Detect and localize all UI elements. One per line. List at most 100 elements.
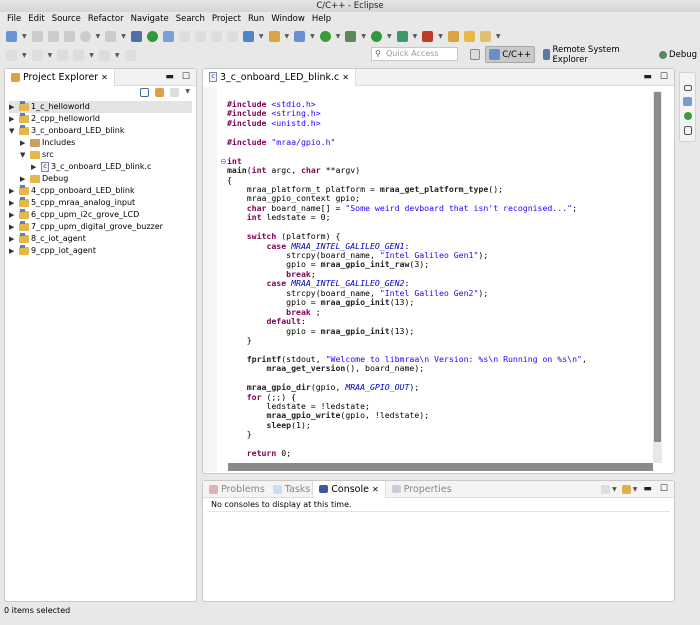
chevron-down-icon[interactable]: ▼ (22, 33, 27, 40)
display-console-icon[interactable] (601, 484, 611, 494)
code-editor[interactable]: #include <stdio.h> #include <string.h> #in… (227, 99, 587, 459)
collapsed-arrow-icon[interactable]: ▶ (31, 161, 39, 173)
horizontal-scrollbar[interactable] (228, 463, 653, 471)
menu-edit[interactable]: Edit (25, 12, 48, 26)
chevron-down-icon[interactable]: ▼ (413, 33, 418, 40)
maximize-icon[interactable]: ☐ (182, 72, 190, 82)
restore-icon[interactable] (683, 85, 692, 91)
collapsed-arrow-icon[interactable]: ▶ (20, 173, 28, 185)
coverage-icon[interactable] (396, 31, 408, 42)
pin-console-icon[interactable] (584, 484, 595, 495)
include-browser-icon[interactable] (683, 126, 692, 135)
collapsed-arrow-icon[interactable]: ▶ (9, 221, 17, 233)
tab-console[interactable]: Console ✕ (312, 480, 386, 498)
close-icon[interactable]: ✕ (342, 69, 349, 86)
external-tools-icon[interactable] (422, 31, 434, 42)
marker-icon[interactable] (194, 31, 206, 42)
toggle-icon[interactable] (210, 31, 222, 42)
build-icon[interactable] (105, 31, 117, 42)
minimize-icon[interactable]: ▬ (643, 484, 652, 494)
view-menu-icon[interactable]: ▼ (185, 88, 190, 98)
new-folder-icon[interactable] (268, 31, 280, 42)
maximize-icon[interactable]: ☐ (660, 72, 668, 82)
tree-item[interactable]: ▶ c 3_c_onboard_LED_blink.c (9, 161, 192, 173)
tree-item[interactable]: ▼ src (9, 149, 192, 161)
paragraph-icon[interactable] (226, 31, 238, 42)
chevron-down-icon[interactable]: ▼ (89, 52, 94, 59)
minimize-icon[interactable]: ▬ (165, 72, 174, 82)
collapsed-arrow-icon[interactable]: ▶ (9, 113, 17, 125)
new-icon[interactable] (6, 31, 17, 42)
debug-icon[interactable] (345, 31, 357, 42)
tab-editor-file[interactable]: c 3_c_onboard_LED_blink.c ✕ (203, 69, 356, 86)
open-perspective-icon[interactable] (470, 49, 481, 60)
tab-properties[interactable]: Properties (386, 481, 458, 498)
tab-tasks[interactable]: Tasks (271, 481, 312, 498)
perspective-debug[interactable]: Debug (656, 48, 700, 62)
chevron-down-icon[interactable]: ▼ (285, 33, 290, 40)
chevron-down-icon[interactable]: ▼ (22, 52, 27, 59)
menu-source[interactable]: Source (49, 12, 85, 26)
fold-collapse-icon[interactable]: ⊖ (220, 157, 227, 166)
tree-item[interactable]: ▶ 5_cpp_mraa_analog_input (9, 197, 192, 209)
make-target-icon[interactable] (683, 112, 692, 120)
chevron-down-icon[interactable]: ▼ (633, 486, 638, 493)
collapsed-arrow-icon[interactable]: ▶ (9, 101, 17, 113)
print-icon[interactable] (63, 31, 75, 42)
back-icon[interactable] (73, 50, 85, 61)
minimize-icon[interactable]: ▬ (643, 72, 652, 82)
prev-annotation-icon[interactable] (31, 50, 43, 61)
scrollbar-thumb[interactable] (654, 92, 661, 442)
chevron-down-icon[interactable]: ▼ (612, 486, 617, 493)
collapsed-arrow-icon[interactable]: ▶ (9, 197, 17, 209)
perspective-cpp[interactable]: C/C++ (485, 46, 536, 63)
tree-item[interactable]: ▶ 2_cpp_helloworld (9, 113, 192, 125)
run-as-icon[interactable] (371, 31, 382, 42)
forward-icon[interactable] (98, 50, 110, 61)
save-icon[interactable] (31, 31, 43, 42)
close-icon[interactable]: ✕ (101, 69, 108, 86)
chevron-down-icon[interactable]: ▼ (259, 33, 264, 40)
chevron-down-icon[interactable]: ▼ (387, 33, 392, 40)
open-console-icon[interactable] (621, 484, 631, 494)
expanded-arrow-icon[interactable]: ▼ (20, 149, 28, 161)
close-icon[interactable]: ✕ (372, 481, 379, 498)
next-annotation-icon[interactable] (6, 50, 17, 61)
collapsed-arrow-icon[interactable]: ▶ (9, 233, 17, 245)
tree-item[interactable]: ▶ 1_c_helloworld (9, 101, 192, 113)
outline-icon[interactable] (683, 97, 692, 106)
run-icon[interactable] (146, 31, 158, 42)
quick-access-input[interactable]: ⚲ Quick Access (371, 47, 458, 61)
menu-search[interactable]: Search (173, 12, 209, 26)
chevron-down-icon[interactable]: ▼ (336, 33, 341, 40)
collapsed-arrow-icon[interactable]: ▶ (9, 245, 17, 257)
menu-run[interactable]: Run (245, 12, 268, 26)
tree-item[interactable]: ▶ 7_cpp_upm_digital_grove_buzzer (9, 221, 192, 233)
tab-project-explorer[interactable]: Project Explorer ✕ (5, 68, 115, 86)
search-tool-icon[interactable] (479, 31, 491, 42)
edit-icon[interactable] (178, 31, 190, 42)
tree-item[interactable]: ▶ 4_cpp_onboard_LED_blink (9, 185, 192, 197)
chevron-down-icon[interactable]: ▼ (115, 52, 120, 59)
menu-window[interactable]: Window (268, 12, 309, 26)
new-project-icon[interactable] (242, 31, 254, 42)
chevron-down-icon[interactable]: ▼ (310, 33, 315, 40)
refresh-icon[interactable] (319, 31, 331, 42)
collapse-all-icon[interactable] (140, 88, 150, 97)
menu-refactor[interactable]: Refactor (85, 12, 128, 26)
target-icon[interactable] (130, 31, 142, 42)
skip-breakpoints-icon[interactable] (162, 31, 174, 42)
chevron-down-icon[interactable]: ▼ (496, 33, 501, 40)
menu-project[interactable]: Project (209, 12, 245, 26)
expanded-arrow-icon[interactable]: ▼ (9, 125, 17, 137)
tree-item[interactable]: ▶ 9_cpp_iot_agent (9, 245, 192, 257)
collapsed-arrow-icon[interactable]: ▶ (9, 185, 17, 197)
build-config-icon[interactable] (79, 31, 91, 42)
vertical-scrollbar[interactable] (653, 91, 662, 463)
collapsed-arrow-icon[interactable]: ▶ (9, 209, 17, 221)
chevron-down-icon[interactable]: ▼ (48, 52, 53, 59)
new-class-icon[interactable] (294, 31, 306, 42)
chevron-down-icon[interactable]: ▼ (96, 33, 101, 40)
collapsed-arrow-icon[interactable]: ▶ (20, 137, 28, 149)
chevron-down-icon[interactable]: ▼ (121, 33, 126, 40)
